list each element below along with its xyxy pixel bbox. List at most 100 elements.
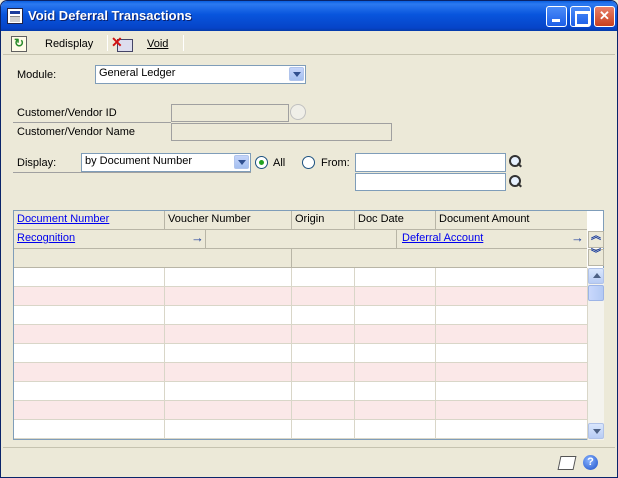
- table-cell[interactable]: [436, 325, 587, 343]
- lookup-icon[interactable]: [507, 154, 524, 171]
- table-row[interactable]: [14, 420, 587, 439]
- maximize-button[interactable]: [570, 6, 591, 27]
- table-row[interactable]: [14, 268, 587, 287]
- window-app-icon: [7, 8, 23, 24]
- minimize-button[interactable]: [546, 6, 567, 27]
- to-field[interactable]: [355, 173, 506, 191]
- table-cell[interactable]: [355, 401, 436, 419]
- module-value: General Ledger: [99, 67, 176, 79]
- status-bar: ?: [3, 447, 615, 475]
- from-label: From:: [321, 157, 350, 169]
- display-select[interactable]: by Document Number: [81, 153, 251, 172]
- table-row[interactable]: [14, 382, 587, 401]
- table-cell[interactable]: [14, 420, 165, 438]
- table-cell[interactable]: [436, 306, 587, 324]
- table-cell[interactable]: [165, 344, 292, 362]
- table-cell[interactable]: [165, 268, 292, 286]
- title-bar: Void Deferral Transactions ✕: [1, 1, 617, 31]
- table-cell[interactable]: [14, 382, 165, 400]
- table-row[interactable]: [14, 363, 587, 382]
- display-value: by Document Number: [85, 155, 192, 167]
- scroll-up-button[interactable]: [588, 268, 604, 284]
- redisplay-icon: [11, 35, 27, 52]
- table-cell[interactable]: [436, 382, 587, 400]
- table-cell[interactable]: [436, 344, 587, 362]
- table-cell[interactable]: [165, 401, 292, 419]
- help-icon[interactable]: ?: [583, 455, 598, 470]
- table-cell[interactable]: [292, 268, 355, 286]
- table-cell[interactable]: [436, 401, 587, 419]
- table-cell[interactable]: [14, 287, 165, 305]
- table-cell[interactable]: [292, 363, 355, 381]
- table-cell[interactable]: [436, 420, 587, 438]
- table-cell[interactable]: [292, 382, 355, 400]
- window-title: Void Deferral Transactions: [28, 8, 192, 23]
- table-row[interactable]: [14, 344, 587, 363]
- column-header-voucher-number: Voucher Number: [165, 211, 292, 229]
- table-cell[interactable]: [292, 420, 355, 438]
- lookup-icon[interactable]: [507, 174, 524, 191]
- header-blank: [205, 230, 397, 248]
- table-cell[interactable]: [165, 306, 292, 324]
- close-button[interactable]: ✕: [594, 6, 615, 27]
- table-cell[interactable]: [355, 325, 436, 343]
- toolbar-separator: [107, 35, 108, 51]
- table-cell[interactable]: [355, 420, 436, 438]
- table-cell[interactable]: [292, 344, 355, 362]
- table-cell[interactable]: [14, 325, 165, 343]
- from-field[interactable]: [355, 153, 506, 172]
- table-cell[interactable]: [14, 306, 165, 324]
- table-cell[interactable]: [165, 325, 292, 343]
- table-row[interactable]: [14, 401, 587, 420]
- table-cell[interactable]: [165, 363, 292, 381]
- table-cell[interactable]: [355, 287, 436, 305]
- table-cell[interactable]: [355, 382, 436, 400]
- divider: [13, 122, 171, 123]
- chevron-down-icon[interactable]: [289, 67, 304, 81]
- table-cell[interactable]: [436, 268, 587, 286]
- table-row[interactable]: [14, 306, 587, 325]
- table-cell[interactable]: [165, 382, 292, 400]
- table-cell[interactable]: [355, 344, 436, 362]
- table-cell[interactable]: [292, 306, 355, 324]
- table-cell[interactable]: [292, 287, 355, 305]
- table-cell[interactable]: [14, 363, 165, 381]
- module-select[interactable]: General Ledger: [95, 65, 306, 84]
- column-header-recognition[interactable]: Recognition: [14, 230, 187, 248]
- note-icon[interactable]: [557, 456, 577, 470]
- table-row[interactable]: [14, 325, 587, 344]
- module-label: Module:: [17, 69, 57, 81]
- arrow-right-icon[interactable]: [571, 230, 584, 245]
- table-cell[interactable]: [14, 401, 165, 419]
- table-cell[interactable]: [292, 325, 355, 343]
- table-cell[interactable]: [355, 363, 436, 381]
- table-row[interactable]: [14, 287, 587, 306]
- arrow-right-icon[interactable]: [191, 230, 204, 245]
- column-header-document-number[interactable]: Document Number: [14, 211, 165, 229]
- column-header-deferral-account[interactable]: Deferral Account: [399, 230, 567, 248]
- table-cell[interactable]: [165, 420, 292, 438]
- table-cell[interactable]: [355, 306, 436, 324]
- chevron-down-icon[interactable]: [234, 155, 249, 169]
- void-label: Void: [147, 37, 169, 50]
- customer-vendor-id-field: [171, 104, 289, 122]
- grid-header-row: [14, 249, 587, 268]
- table-cell[interactable]: [436, 363, 587, 381]
- scroll-thumb[interactable]: [588, 285, 604, 301]
- vertical-scrollbar[interactable]: [587, 268, 604, 440]
- grid-header-row: Recognition Deferral Account: [14, 230, 587, 249]
- table-cell[interactable]: [165, 287, 292, 305]
- table-cell[interactable]: [436, 287, 587, 305]
- scroll-down-button[interactable]: [588, 423, 604, 439]
- column-header-document-amount: Document Amount: [439, 213, 530, 225]
- table-cell[interactable]: [14, 344, 165, 362]
- void-button[interactable]: Void: [111, 34, 168, 53]
- table-cell[interactable]: [355, 268, 436, 286]
- redisplay-button[interactable]: Redisplay: [11, 34, 93, 53]
- all-radio[interactable]: [255, 156, 268, 169]
- table-cell[interactable]: [14, 268, 165, 286]
- collapse-button[interactable]: ︽: [588, 231, 604, 248]
- expand-button[interactable]: ︾: [588, 249, 604, 266]
- table-cell[interactable]: [292, 401, 355, 419]
- from-radio[interactable]: [302, 156, 315, 169]
